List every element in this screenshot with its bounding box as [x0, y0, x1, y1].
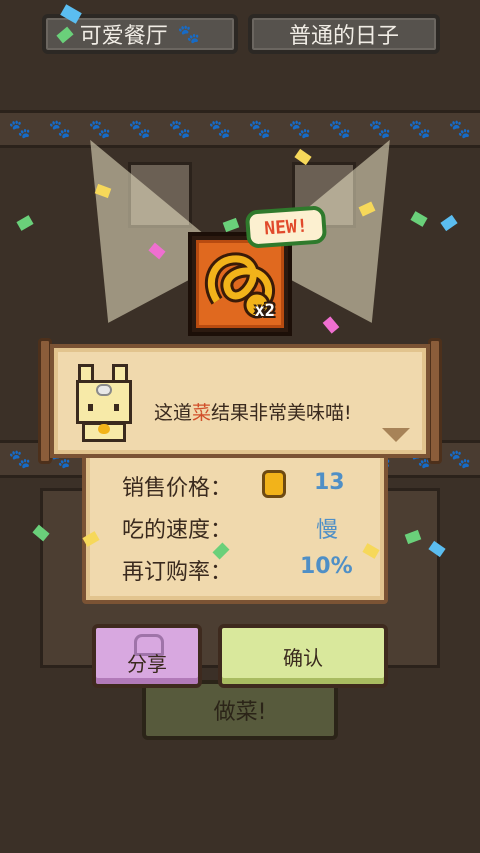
- confirm-button[interactable]: 确认: [218, 624, 388, 688]
- dish-stats-panel: 销售价格： 13 吃的速度： 慢 再订购率： 10%: [82, 446, 388, 604]
- confetti-piece: [322, 316, 340, 334]
- cook-button[interactable]: 做菜!: [142, 680, 338, 740]
- reorder-value: 10%: [300, 554, 353, 579]
- paw-border-top: 🐾 🐾 🐾 🐾 🐾 🐾 🐾 🐾 🐾 🐾 🐾 🐾: [0, 110, 480, 148]
- dish-card[interactable]: x2: [188, 232, 292, 336]
- cat-chef-icon: [72, 364, 136, 444]
- scroll-rod-right: [428, 338, 442, 464]
- dish-quantity: x2: [254, 301, 275, 321]
- speed-label: 吃的速度：: [122, 518, 233, 543]
- dialog-text: 这道菜结果非常美味喵!: [154, 398, 352, 425]
- dialog-text-after: 结果非常美味喵!: [211, 402, 352, 424]
- speed-value: 慢: [316, 518, 339, 543]
- cook-label: 做菜!: [213, 700, 267, 725]
- dialog-box[interactable]: 这道菜结果非常美味喵!: [50, 344, 430, 458]
- dialog-text-highlight: 菜: [192, 402, 212, 424]
- confetti-piece: [222, 217, 240, 233]
- new-badge: NEW!: [244, 205, 328, 249]
- coin-icon: [262, 470, 286, 498]
- dialog-text-before: 这道: [154, 402, 193, 424]
- share-button-label: 分享: [127, 651, 167, 676]
- new-badge-label: NEW!: [263, 215, 309, 239]
- confetti-piece: [16, 215, 34, 231]
- pretzel-dish-icon: x2: [196, 240, 284, 328]
- day-label-pill[interactable]: 普通的日子: [248, 14, 440, 54]
- next-arrow-icon[interactable]: [382, 428, 410, 442]
- confetti-piece: [440, 214, 458, 232]
- day-label: 普通的日子: [288, 24, 399, 49]
- price-label: 销售价格：: [122, 476, 233, 501]
- reorder-label: 再订购率：: [122, 560, 233, 585]
- confirm-button-label: 确认: [283, 645, 323, 670]
- price-value: 13: [314, 470, 345, 495]
- restaurant-name: 可爱餐厅: [79, 24, 168, 49]
- share-button[interactable]: 分享: [92, 624, 202, 688]
- paw-icon: 🐾: [177, 23, 201, 45]
